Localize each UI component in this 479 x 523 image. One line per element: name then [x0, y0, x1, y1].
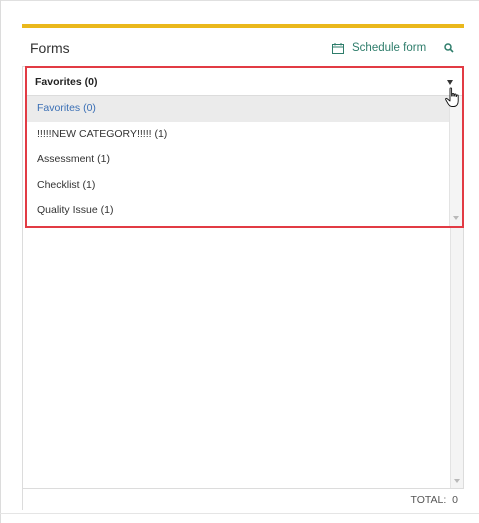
window-left-border — [0, 0, 1, 523]
total-value: 0 — [452, 494, 458, 506]
calendar-icon — [332, 42, 344, 54]
schedule-form-button[interactable]: Schedule form — [332, 42, 426, 54]
category-select[interactable]: Favorites (0) — [27, 68, 462, 96]
option-checklist[interactable]: Checklist (1) — [27, 173, 449, 199]
category-dropdown: Favorites (0) Favorites (0) !!!!!NEW CAT… — [25, 66, 464, 228]
category-select-value: Favorites (0) — [35, 76, 98, 88]
category-options: Favorites (0) !!!!!NEW CATEGORY!!!!! (1)… — [27, 96, 449, 226]
option-assessment[interactable]: Assessment (1) — [27, 147, 449, 173]
options-scrollbar[interactable] — [449, 96, 462, 226]
list-footer: TOTAL: 0 — [22, 488, 464, 510]
caret-down-icon[interactable] — [447, 80, 453, 85]
total-label: TOTAL: — [410, 494, 447, 506]
window-top-border — [0, 0, 479, 1]
search-icon[interactable] — [444, 43, 454, 53]
panel-header: Forms Schedule form — [22, 28, 464, 64]
total-count: TOTAL: 0 — [411, 494, 458, 506]
hand-pointer-cursor-icon — [445, 87, 459, 107]
scroll-down-arrow-icon[interactable] — [454, 479, 460, 483]
window-bottom-border — [0, 513, 479, 514]
option-quality-issue[interactable]: Quality Issue (1) — [27, 198, 449, 224]
schedule-form-label: Schedule form — [352, 42, 427, 54]
option-new-category[interactable]: !!!!!NEW CATEGORY!!!!! (1) — [27, 122, 449, 148]
panel-title: Forms — [30, 40, 70, 56]
scroll-down-arrow-icon[interactable] — [453, 216, 459, 220]
option-favorites[interactable]: Favorites (0) — [27, 96, 449, 122]
